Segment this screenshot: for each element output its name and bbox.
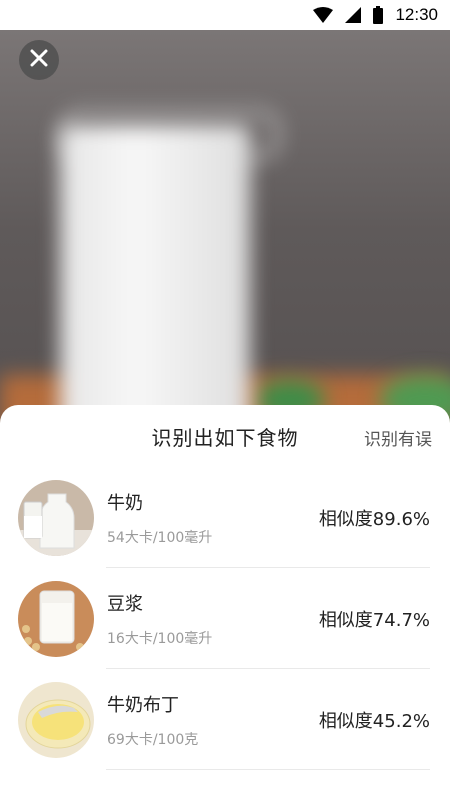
food-similarity: 相似度89.6% xyxy=(318,508,430,530)
battery-icon xyxy=(373,6,384,24)
food-name: 牛奶 xyxy=(107,493,143,514)
close-button[interactable] xyxy=(19,40,59,80)
sheet-header: 识别出如下食物 识别有误 xyxy=(0,405,450,467)
camera-photo xyxy=(0,30,450,430)
food-list: 牛奶 54大卡/100毫升 相似度89.6% 豆浆 16大卡/100毫升 相似度… xyxy=(0,467,450,770)
food-item-milk[interactable]: 牛奶 54大卡/100毫升 相似度89.6% xyxy=(0,467,450,568)
status-time: 12:30 xyxy=(395,5,438,24)
food-name: 牛奶布丁 xyxy=(107,695,179,716)
photo-milk-glass xyxy=(60,125,250,430)
food-item-soy-milk[interactable]: 豆浆 16大卡/100毫升 相似度74.7% xyxy=(0,568,450,669)
soy-milk-thumbnail xyxy=(18,580,94,657)
status-bar: 12:30 xyxy=(0,0,450,30)
food-item-milk-pudding[interactable]: 牛奶布丁 69大卡/100克 相似度45.2% xyxy=(0,669,450,770)
food-name: 豆浆 xyxy=(107,594,143,615)
sheet-title: 识别出如下食物 xyxy=(151,425,299,450)
food-calories: 54大卡/100毫升 xyxy=(107,530,213,546)
food-calories: 69大卡/100克 xyxy=(107,732,199,748)
food-calories: 16大卡/100毫升 xyxy=(107,631,213,647)
food-similarity: 相似度45.2% xyxy=(318,710,430,732)
close-icon xyxy=(30,49,48,71)
milk-pudding-thumbnail xyxy=(18,681,94,758)
wifi-icon xyxy=(313,7,334,23)
food-similarity: 相似度74.7% xyxy=(318,609,430,631)
results-sheet: 识别出如下食物 识别有误 牛奶 54大卡/100毫升 相似度89.6% 豆浆 1… xyxy=(0,405,450,800)
cellular-signal-icon xyxy=(345,7,362,23)
milk-thumbnail xyxy=(18,479,94,556)
report-wrong-link[interactable]: 识别有误 xyxy=(364,425,432,450)
